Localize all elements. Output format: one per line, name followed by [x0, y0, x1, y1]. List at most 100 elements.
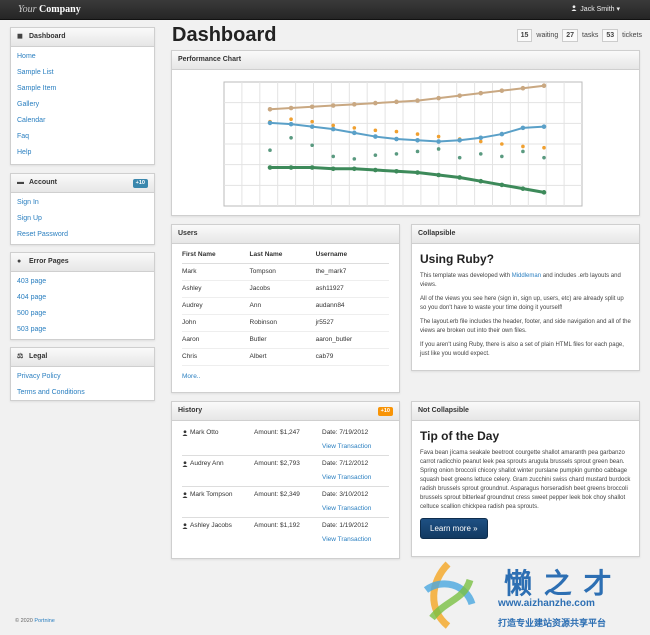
sidebar-link-404-page[interactable]: 404 page [17, 294, 154, 301]
sidebar-link-faq[interactable]: Faq [17, 133, 154, 140]
history-amount: Amount: $1,192 [254, 522, 300, 529]
chart-point [478, 139, 483, 144]
stat-label: waiting [536, 32, 559, 39]
collapsible-header[interactable]: Collapsible [412, 225, 639, 244]
users-header[interactable]: Users [172, 225, 399, 244]
chart-point [330, 103, 336, 108]
history-name: Mark Tompson [190, 491, 233, 498]
chart-point [352, 130, 357, 136]
table-cell: Albert [249, 348, 316, 366]
table-cell: cab79 [315, 348, 389, 366]
tip-text: Fava bean jícama seakale beetroot courge… [420, 450, 631, 510]
footer-portnine-link[interactable]: Portnine [34, 618, 55, 624]
sidebar-link-terms-and-conditions[interactable]: Terms and Conditions [17, 389, 154, 396]
sidebar-link-reset-password[interactable]: Reset Password [17, 231, 154, 238]
table-cell: the_mark7 [315, 263, 389, 281]
sidebar-link-help[interactable]: Help [17, 149, 154, 156]
learn-more-button[interactable]: Learn more » [420, 518, 488, 539]
chart-point [330, 166, 336, 172]
sidebar-link-sample-list[interactable]: Sample List [17, 69, 154, 76]
chart-point [352, 166, 357, 172]
middleman-link[interactable]: Middleman [512, 273, 541, 279]
sidebar-link-sign-up[interactable]: Sign Up [17, 215, 154, 222]
table-cell: ash11927 [315, 280, 389, 298]
warning-icon: ● [17, 258, 22, 265]
table-row: John Robinson jr5527 [182, 314, 389, 332]
sidebar-account-header[interactable]: ▬ Account +10 [11, 174, 154, 193]
chart-point [520, 186, 526, 191]
sidebar-legal-title: Legal [29, 353, 48, 360]
chart-point [499, 88, 505, 93]
sidebar-errors-title: Error Pages [29, 258, 69, 265]
collapsible-panel: Collapsible Using Ruby? This template wa… [411, 224, 640, 371]
sidebar-link-home[interactable]: Home [17, 53, 154, 60]
chart-point [500, 154, 504, 159]
chart-point [330, 126, 336, 132]
chart-point [520, 85, 526, 91]
sidebar-link-403-page[interactable]: 403 page [17, 278, 154, 285]
table-cell: Mark [182, 263, 250, 281]
performance-chart-panel: Performance Chart [171, 50, 640, 216]
stat-label: tasks [582, 32, 599, 39]
sidebar-link-gallery[interactable]: Gallery [17, 101, 154, 108]
chart-point [415, 170, 420, 175]
watermark-url: www.aizhanzhe.com [498, 598, 595, 609]
brand-logo[interactable]: Your Company [18, 4, 81, 15]
history-amount: Amount: $2,793 [254, 460, 300, 467]
footer: © 2020 Portnine [15, 618, 55, 624]
chart-point [331, 154, 336, 159]
history-title: History [178, 407, 203, 414]
sidebar-link-500-page[interactable]: 500 page [17, 310, 154, 317]
chart-point [521, 149, 525, 154]
user-icon [182, 430, 188, 436]
sidebar-legal-header[interactable]: ⚖ Legal [11, 348, 154, 367]
chart-point [309, 104, 315, 110]
table-row: Chris Albert cab79 [182, 348, 389, 366]
history-header[interactable]: History +10 [172, 402, 399, 421]
view-transaction-link[interactable]: View Transaction [322, 443, 371, 450]
view-transaction-link[interactable]: View Transaction [322, 505, 371, 512]
table-cell: Tompson [249, 263, 316, 281]
sidebar-dashboard-header[interactable]: ◼ Dashboard [11, 28, 154, 47]
sidebar-link-sign-in[interactable]: Sign In [17, 199, 154, 206]
table-row: Aaron Butler aaron_butler [182, 331, 389, 349]
users-panel: Users First Name Last Name Username Mark To… [171, 224, 400, 393]
history-name: Ashley Jacobs [190, 522, 232, 529]
sidebar-link-503-page[interactable]: 503 page [17, 326, 154, 333]
table-cell: Butler [249, 331, 316, 349]
not-collapsible-panel: Not Collapsible Tip of the Day Fava bean… [411, 401, 640, 557]
history-panel: History +10 Mark Otto Amount: $1,247 Date: … [171, 401, 400, 559]
user-menu[interactable]: Jack Smith ▾ [571, 5, 620, 13]
chart-point [394, 168, 399, 174]
table-cell: Aaron [182, 331, 250, 349]
sidebar-link-sample-item[interactable]: Sample Item [17, 85, 154, 92]
table-row: Ashley Jacobs ash11927 [182, 280, 389, 298]
sidebar-link-privacy-policy[interactable]: Privacy Policy [17, 373, 154, 380]
sidebar-errors-header[interactable]: ● Error Pages [11, 253, 154, 272]
chart-point [352, 126, 357, 130]
chart-point [478, 178, 484, 184]
chart-point [521, 144, 525, 149]
users-more-link[interactable]: More.. [182, 373, 389, 380]
view-transaction-link[interactable]: View Transaction [322, 536, 371, 543]
chart-point [309, 165, 315, 170]
chart-point [478, 90, 484, 96]
history-date: Date: 7/12/2012 [322, 460, 369, 467]
not-collapsible-header[interactable]: Not Collapsible [412, 402, 639, 421]
history-date: Date: 7/19/2012 [322, 429, 369, 436]
stat-count: 15 [516, 29, 533, 42]
chart-point [310, 143, 314, 148]
sidebar-link-calendar[interactable]: Calendar [17, 117, 154, 124]
chart-point [541, 124, 547, 129]
legal-icon: ⚖ [17, 353, 24, 360]
view-transaction-link[interactable]: View Transaction [322, 474, 371, 481]
performance-chart-header[interactable]: Performance Chart [172, 51, 639, 70]
users-column-header: First Name [182, 246, 250, 264]
table-cell: Ashley [182, 280, 250, 298]
history-badge: +10 [377, 407, 393, 416]
not-collapsible-title: Not Collapsible [418, 407, 469, 414]
chart-point [394, 152, 399, 156]
stat-tasks: 27 tasks [562, 29, 598, 42]
chart-point [499, 182, 505, 188]
chart-point [415, 132, 420, 136]
